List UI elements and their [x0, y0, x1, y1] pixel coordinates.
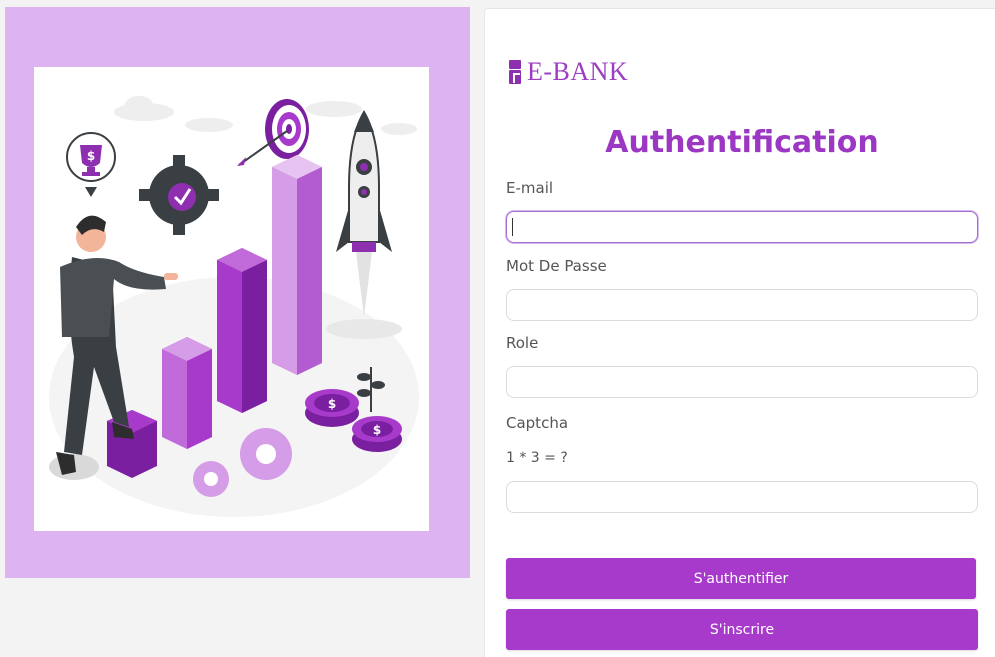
register-button[interactable]: S'inscrire [506, 609, 978, 650]
svg-text:$: $ [328, 397, 336, 411]
password-label: Mot De Passe [506, 257, 607, 275]
page-title: Authentification [605, 125, 879, 160]
password-field[interactable] [506, 289, 978, 321]
illustration-panel: $ $ $ [5, 7, 470, 578]
bar-3 [217, 248, 267, 413]
captcha-label: Captcha [506, 414, 569, 432]
role-label: Role [506, 334, 539, 352]
role-field[interactable] [506, 366, 978, 398]
brand-logo: E-BANK [509, 57, 628, 87]
trophy-icon: $ [66, 132, 116, 197]
bar-4 [272, 155, 322, 375]
email-label: E-mail [506, 179, 554, 197]
business-growth-illustration: $ $ $ [34, 67, 429, 531]
captcha-question: 1 * 3 = ? [506, 450, 568, 466]
svg-text:$: $ [373, 423, 381, 437]
svg-text:$: $ [87, 149, 95, 163]
captcha-field[interactable] [506, 481, 978, 513]
gear-icon [139, 155, 219, 235]
bank-logo-icon [509, 60, 521, 84]
login-button[interactable]: S'authentifier [506, 558, 976, 599]
email-field[interactable] [506, 211, 978, 243]
text-caret [512, 218, 513, 236]
login-panel: E-BANK Authentification E-mail Mot De Pa… [484, 8, 995, 657]
brand-name: E-BANK [527, 57, 629, 86]
bar-2 [162, 337, 212, 449]
